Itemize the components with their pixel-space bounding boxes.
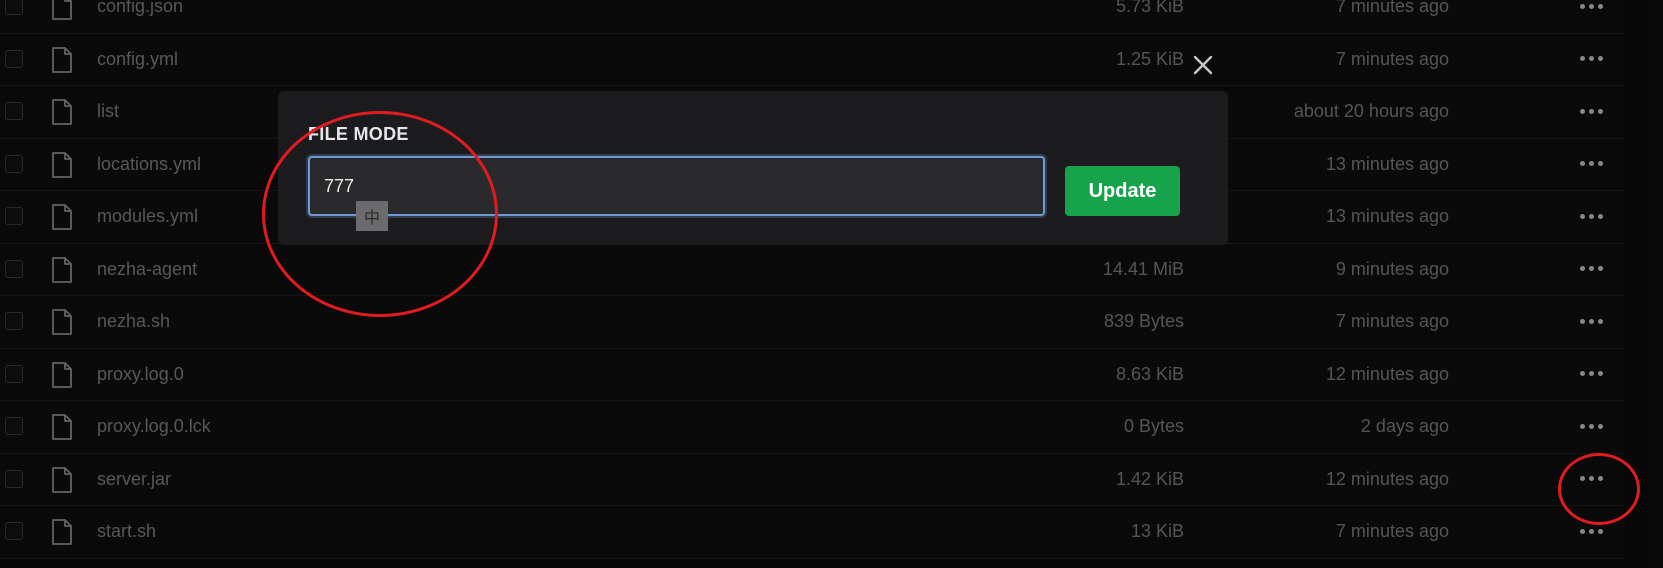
annotation-circle-input [262,111,498,317]
close-icon[interactable] [1190,52,1216,78]
modal-backdrop[interactable] [0,0,1663,568]
annotation-circle-more-button [1558,453,1640,525]
update-button[interactable]: Update [1065,166,1180,216]
